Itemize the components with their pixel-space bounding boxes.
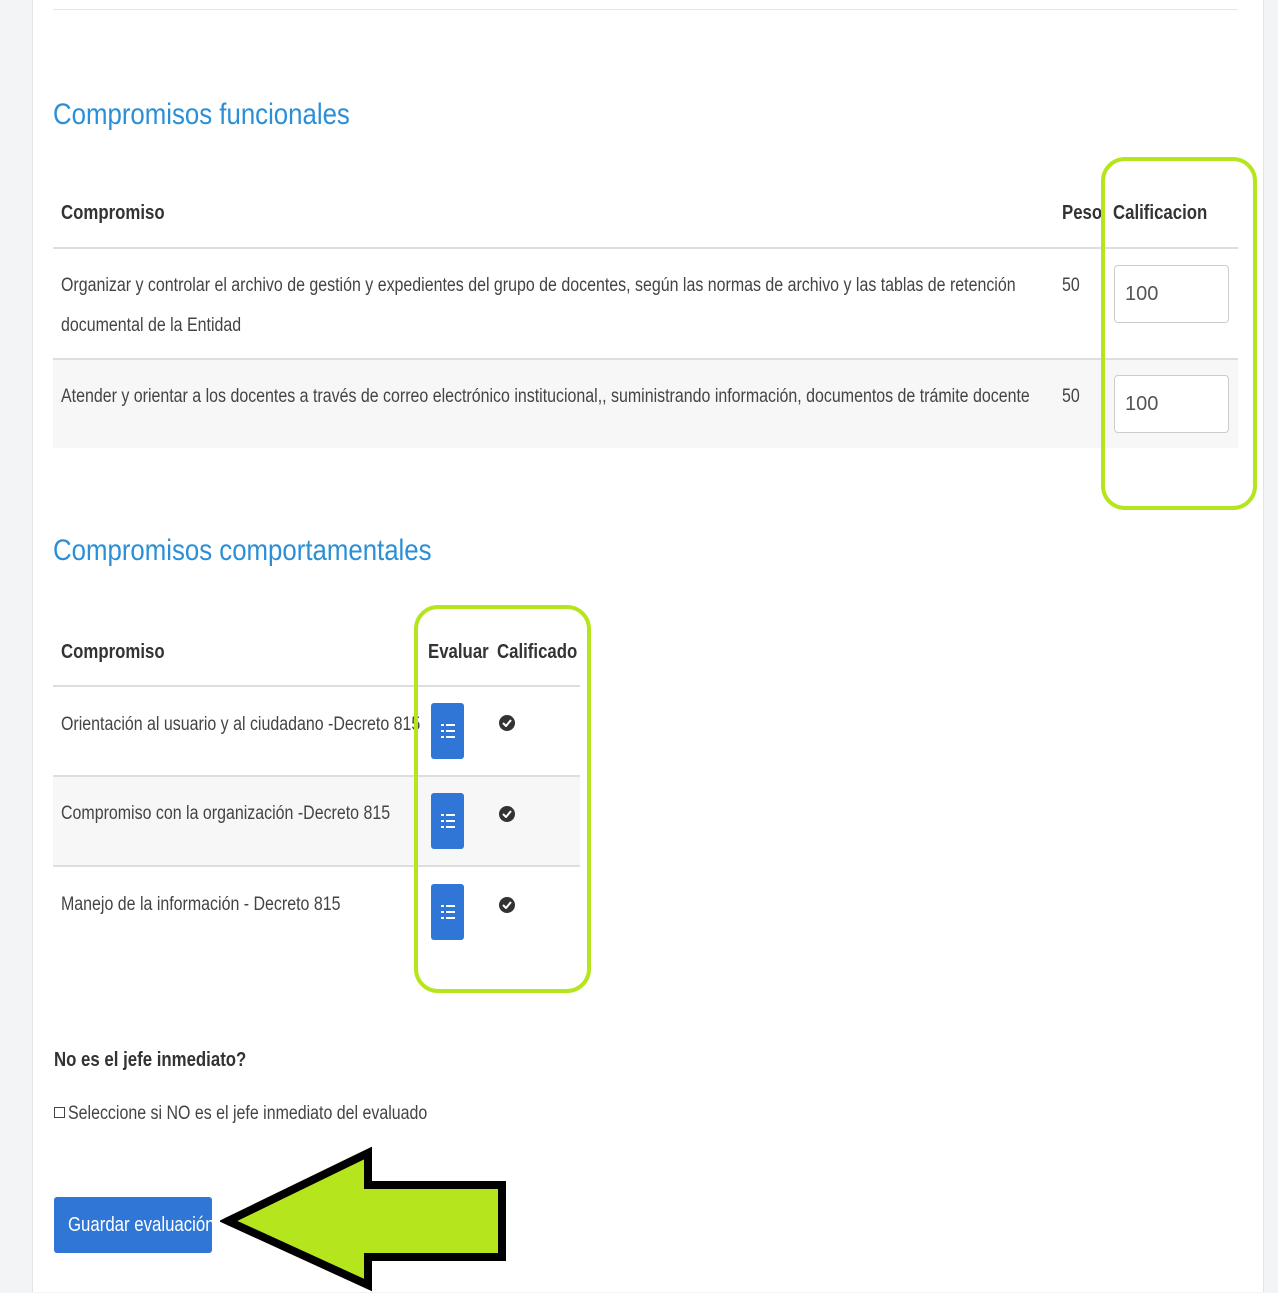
functional-row-2-text: Atender y orientar a los docentes a trav… <box>61 386 1030 407</box>
functional-row-2-peso: 50 <box>1062 386 1080 407</box>
save-evaluation-button[interactable]: Guardar evaluación <box>54 1197 215 1253</box>
evaluate-column-highlight <box>414 605 591 993</box>
evaluation-card <box>32 0 1264 1292</box>
top-divider <box>53 9 1238 10</box>
behavioral-row-2-label: Compromiso con la organización -Decreto … <box>61 803 391 824</box>
functional-row-1-peso: 50 <box>1062 275 1080 296</box>
functional-header-peso: Peso <box>1062 202 1103 224</box>
not-boss-checkbox[interactable] <box>54 1107 65 1118</box>
functional-header-compromiso: Compromiso <box>61 202 165 224</box>
functional-row-1-text-line2: documental de la Entidad <box>61 315 242 336</box>
functional-row-1-text-line1: Organizar y controlar el archivo de gest… <box>61 275 1016 296</box>
arrow-left-icon <box>220 1146 506 1292</box>
table-row <box>53 249 1238 358</box>
not-boss-heading: No es el jefe inmediato? <box>54 1049 247 1071</box>
behavioral-row-1-label: Orientación al usuario y al ciudadano -D… <box>61 714 421 735</box>
behavioral-header-compromiso: Compromiso <box>61 641 165 663</box>
behavioral-section-title: Compromisos comportamentales <box>53 534 432 567</box>
behavioral-row-3-label: Manejo de la información - Decreto 815 <box>61 894 341 915</box>
save-evaluation-label: Guardar evaluación <box>67 1213 215 1236</box>
not-boss-checkbox-label: Seleccione si NO es el jefe inmediato de… <box>68 1103 428 1124</box>
grade-column-highlight <box>1101 157 1257 510</box>
functional-section-title: Compromisos funcionales <box>53 98 350 131</box>
